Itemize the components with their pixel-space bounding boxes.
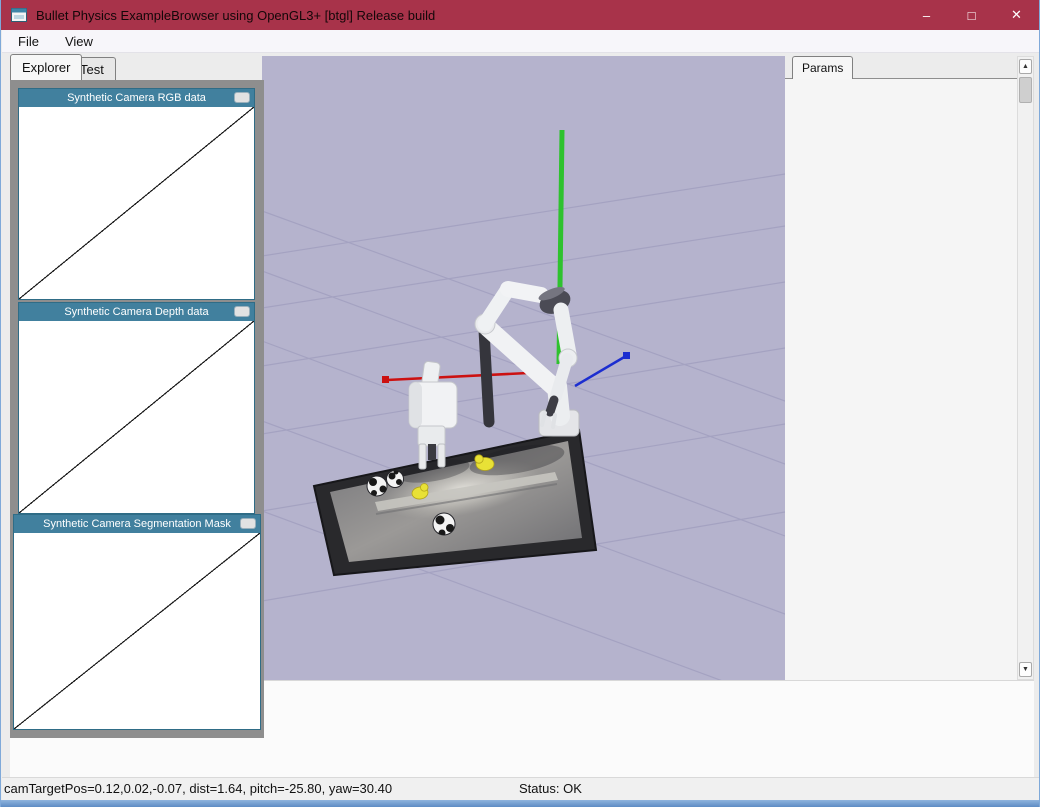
maximize-button[interactable]: □ (949, 0, 994, 30)
window-title: Bullet Physics ExampleBrowser using Open… (36, 7, 436, 23)
content-area: Explorer Test Synthetic Camera RGB data … (2, 53, 1039, 777)
robot-wrist-dark (545, 395, 559, 417)
app-window: Bullet Physics ExampleBrowser using Open… (0, 0, 1040, 807)
world-axis-z-blue (574, 352, 630, 388)
menu-view[interactable]: View (55, 31, 103, 52)
robot-arm (474, 281, 580, 437)
camera-window-rgb-view (19, 107, 254, 299)
status-ok: Status: OK (519, 781, 582, 796)
3d-scene (261, 129, 786, 705)
dark-tool (478, 324, 495, 428)
camera-window-depth-titlebar[interactable]: Synthetic Camera Depth data (19, 303, 254, 321)
scrollbar-up-icon[interactable]: ▲ (1019, 59, 1032, 74)
camera-window-depth-view (19, 321, 254, 513)
bottom-empty-area-left (10, 738, 262, 777)
params-panel: Params (785, 56, 1017, 680)
camera-window-segmentation-titlebar[interactable]: Synthetic Camera Segmentation Mask (14, 515, 260, 533)
params-scrollbar[interactable]: ▲ ▼ (1017, 56, 1034, 680)
camera-window-depth-minimize-button[interactable] (234, 306, 250, 317)
camera-window-segmentation: Synthetic Camera Segmentation Mask (13, 514, 261, 730)
3d-viewport[interactable] (261, 56, 786, 705)
camera-window-rgb-title: Synthetic Camera RGB data (67, 92, 206, 104)
camera-window-segmentation-view (14, 533, 260, 729)
window-bottom-frame (1, 800, 1039, 807)
world-axis-x-red (382, 370, 549, 383)
title-bar[interactable]: Bullet Physics ExampleBrowser using Open… (1, 0, 1039, 30)
window-controls: – □ ✕ (904, 0, 1039, 30)
explorer-panel: Synthetic Camera RGB data Synthetic Came… (10, 80, 264, 738)
camera-window-depth-title: Synthetic Camera Depth data (64, 306, 209, 318)
checkered-ball (366, 475, 388, 497)
camera-window-rgb-minimize-button[interactable] (234, 92, 250, 103)
camera-window-segmentation-minimize-button[interactable] (240, 518, 256, 529)
camera-window-depth: Synthetic Camera Depth data (18, 302, 255, 514)
menu-bar: File View (2, 30, 1039, 53)
scrollbar-down-icon[interactable]: ▼ (1019, 662, 1032, 677)
close-button[interactable]: ✕ (994, 0, 1039, 30)
minimize-button[interactable]: – (904, 0, 949, 30)
tab-explorer[interactable]: Explorer (10, 54, 83, 80)
gripper-finger-right (551, 413, 557, 429)
camera-window-segmentation-title: Synthetic Camera Segmentation Mask (43, 518, 231, 530)
camera-target-status: camTargetPos=0.12,0.02,-0.07, dist=1.64,… (4, 781, 393, 796)
app-icon (11, 8, 27, 22)
menu-file[interactable]: File (8, 31, 49, 52)
camera-window-rgb: Synthetic Camera RGB data (18, 88, 255, 300)
tab-params[interactable]: Params (792, 56, 854, 79)
camera-window-rgb-titlebar[interactable]: Synthetic Camera RGB data (19, 89, 254, 107)
ground-grid (261, 173, 786, 705)
params-panel-body (785, 78, 1017, 680)
status-bar: camTargetPos=0.12,0.02,-0.07, dist=1.64,… (2, 777, 1039, 800)
bottom-empty-area (262, 680, 1034, 777)
scrollbar-thumb[interactable] (1019, 77, 1032, 103)
